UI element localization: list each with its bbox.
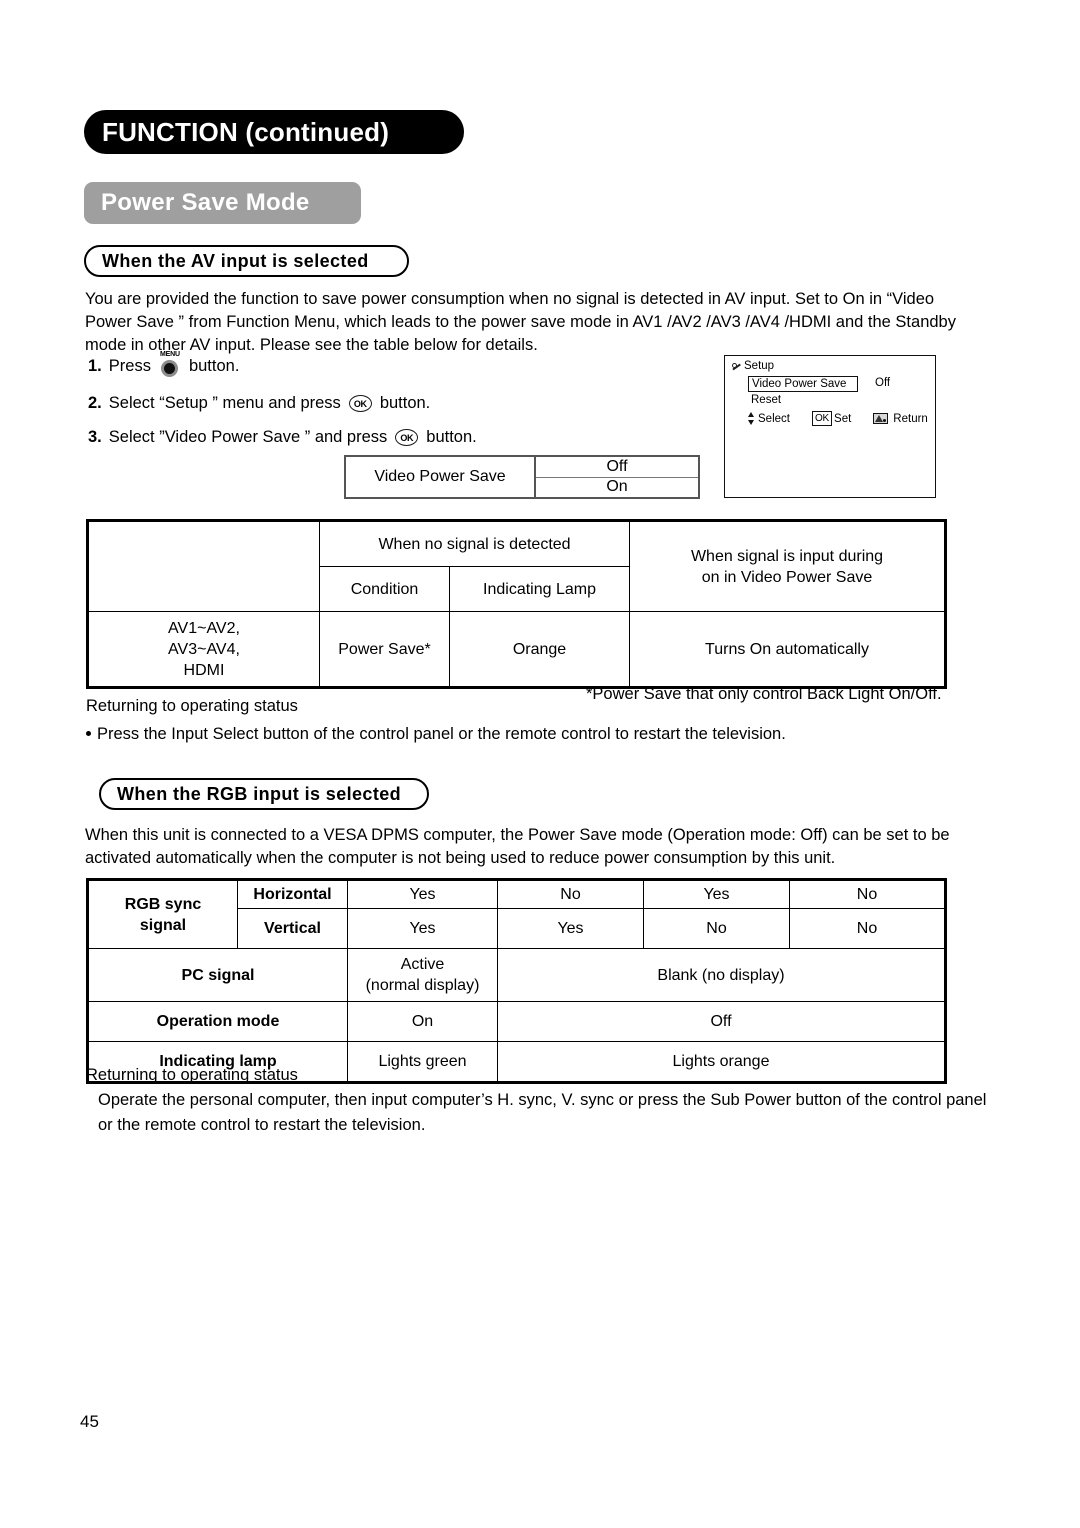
rgb-table-label-horizontal: Horizontal [237,878,348,909]
rgb-table-label-operation-mode: Operation mode [86,1001,348,1042]
av-table-row-lamp: Orange [449,611,630,689]
video-power-save-label: Video Power Save [346,457,536,497]
osd-set-label: Set [834,412,852,425]
rgb-table-vertical-value-4: No [789,908,947,949]
av-table-header-signal-input-line2: on in Video Power Save [701,568,873,586]
av-table-row-signal-input: Turns On automatically [629,611,947,689]
rgb-returning-title: Returning to operating status [86,1066,298,1084]
av-returning-bullet: Press the Input Select button of the con… [86,723,786,746]
chapter-title-text: FUNCTION (continued) [102,116,390,147]
video-power-save-options: Off On [536,457,698,497]
osd-select-label: Select [758,412,790,425]
rgb-power-save-table: RGB sync signal Horizontal Yes No Yes No… [86,878,947,1084]
subheading-av-input: When the AV input is selected [84,245,409,277]
osd-footer-hints: Select OK Set Return [748,411,933,426]
step-1-number: 1. [88,357,102,375]
step-1: 1. Press MENU button. [88,351,240,379]
subheading-av-input-text: When the AV input is selected [102,250,369,271]
table-row: PC signal Active (normal display) Blank … [86,948,947,1002]
menu-button-core [163,363,175,374]
step-2-number: 2. [88,394,102,412]
osd-menu-item-reset[interactable]: Reset [751,394,781,406]
osd-menu-item-label: Video Power Save [752,378,847,390]
section-title-text: Power Save Mode [101,189,310,216]
osd-title-text: Setup [744,360,775,372]
step-3-text-after: button. [426,428,477,446]
rgb-table-vertical-value-1: Yes [347,908,498,949]
rgb-table-label-vertical: Vertical [237,908,348,949]
ok-button-icon[interactable]: OK [348,394,372,412]
av-table-header-signal-input-line1: When signal is input during [690,547,884,565]
table-row: AV1~AV2, AV3~AV4, HDMI Power Save* Orang… [86,611,947,689]
av-returning-title: Returning to operating status [86,697,298,715]
step-1-text-before: Press [108,357,151,375]
rgb-table-horizontal-value-2: No [497,878,644,909]
av-table-subheader-condition: Condition [319,566,450,612]
rgb-table-pc-signal-active-line1: Active [400,956,445,973]
step-3-number: 3. [88,428,102,446]
rgb-table-label-sync-line1: RGB sync [124,895,202,913]
return-icon [873,413,889,424]
rgb-returning-body: Operate the personal computer, then inpu… [98,1091,987,1134]
av-table-subheader-lamp: Indicating Lamp [449,566,630,612]
subheading-rgb-input: When the RGB input is selected [99,778,429,810]
step-2-text-before: Select “Setup ” menu and press [108,394,341,412]
rgb-table-pc-signal-blank: Blank (no display) [497,948,947,1002]
step-1-text-after: button. [188,357,240,375]
av-table-header-no-signal: When no signal is detected [319,519,630,567]
table-row: Operation mode On Off [86,1001,947,1042]
av-table-row-inputs: AV1~AV2, AV3~AV4, HDMI [86,611,320,689]
rgb-table-label-pc-signal: PC signal [86,948,348,1002]
av-table-row-inputs-line3: HDMI [183,661,225,679]
section-title-banner: Power Save Mode [84,182,361,224]
av-returning-bullet-text: Press the Input Select button of the con… [97,725,786,743]
osd-menu-item-value: Off [875,377,891,389]
menu-button-icon[interactable]: MENU [159,351,181,379]
menu-button-icon-label: MENU [160,351,180,358]
step-3-text-before: Select ”Video Power Save ” and press [108,428,388,446]
av-table-corner-cell [86,519,320,612]
osd-return-label: Return [893,412,928,425]
rgb-table-operation-mode-on: On [347,1001,498,1042]
subheading-rgb-input-text: When the RGB input is selected [117,783,402,804]
step-3: 3. Select ”Video Power Save ” and press … [88,426,477,448]
rgb-table-pc-signal-active: Active (normal display) [347,948,498,1002]
rgb-table-horizontal-value-4: No [789,878,947,909]
osd-menu-item-video-power-save[interactable]: Video Power Save [748,376,858,392]
osd-title: Setup [732,360,774,372]
av-intro-paragraph: You are provided the function to save po… [85,290,956,354]
wrench-icon [732,362,741,371]
av-table-row-condition: Power Save* [319,611,450,689]
table-row: RGB sync signal Horizontal Yes No Yes No [86,878,947,949]
video-power-save-option-off[interactable]: Off [536,457,698,478]
rgb-table-operation-mode-off: Off [497,1001,947,1042]
rgb-table-label-sync-line2: signal [139,916,187,934]
document-page: FUNCTION (continued) Power Save Mode Whe… [0,0,1080,1528]
av-footnote-power-save: *Power Save that only control Back Light… [586,685,942,703]
av-table-row-inputs-line1: AV1~AV2, [168,619,240,637]
step-2-text-after: button. [379,394,431,412]
rgb-table-vertical-value-3: No [643,908,790,949]
ok-button-icon[interactable]: OK [395,428,419,446]
video-power-save-option-on[interactable]: On [536,478,698,498]
video-power-save-option-table: Video Power Save Off On [344,455,700,499]
table-row: When no signal is detected When signal i… [86,519,947,612]
step-2: 2. Select “Setup ” menu and press OK but… [88,392,430,414]
osd-setup-screen: Setup Video Power Save Off Reset Select … [724,355,936,498]
rgb-paragraph: When this unit is connected to a VESA DP… [85,826,950,867]
av-table-header-signal-input: When signal is input during on in Video … [629,519,947,612]
rgb-table-horizontal-value-1: Yes [347,878,498,909]
av-table-row-inputs-line2: AV3~AV4, [168,640,240,658]
osd-ok-chip-icon: OK [811,411,833,426]
rgb-table-label-sync-signal: RGB sync signal [86,878,238,949]
chapter-title-banner: FUNCTION (continued) [84,110,464,154]
rgb-table-vertical-value-2: Yes [497,908,644,949]
up-down-arrow-icon [748,412,755,425]
rgb-table-horizontal-value-3: Yes [643,878,790,909]
rgb-table-pc-signal-active-line2: (normal display) [365,977,480,994]
page-number: 45 [80,1412,99,1431]
bullet-icon [86,731,91,737]
av-power-save-table: When no signal is detected When signal i… [86,519,947,689]
